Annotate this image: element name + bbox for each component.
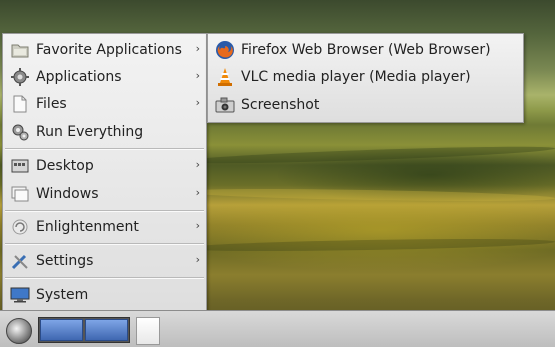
submenu-item-screenshot[interactable]: Screenshot [208, 91, 523, 118]
enlightenment-icon [10, 217, 30, 237]
menu-separator [5, 277, 204, 279]
start-button[interactable] [6, 318, 32, 344]
field-stripe [180, 236, 555, 254]
settings-icon [10, 251, 30, 271]
chevron-right-icon: › [195, 96, 200, 109]
folder-icon [10, 40, 30, 60]
windows-icon [10, 184, 30, 204]
field-stripe [180, 186, 555, 204]
submenu-item-label: VLC media player (Media player) [241, 68, 471, 85]
menu-item-label: Files [36, 95, 67, 112]
menu-item-label: Windows [36, 185, 99, 202]
firefox-icon [215, 40, 235, 60]
menu-item-enlightenment[interactable]: Enlightenment › [3, 213, 206, 240]
menu-separator [5, 148, 204, 150]
chevron-right-icon: › [195, 186, 200, 199]
desktop-icon [10, 156, 30, 176]
menu-item-label: Settings [36, 252, 94, 269]
run-gears-icon [10, 122, 30, 142]
chevron-right-icon: › [195, 158, 200, 171]
chevron-right-icon: › [195, 253, 200, 266]
menu-item-favorite-applications[interactable]: Favorite Applications › [3, 36, 206, 63]
menu-item-windows[interactable]: Windows › [3, 180, 206, 207]
menu-item-label: Desktop [36, 157, 94, 174]
desktop-pager[interactable] [38, 317, 130, 343]
main-menu: Favorite Applications › Applications › F… [2, 33, 207, 312]
menu-item-label: Favorite Applications [36, 41, 182, 58]
gear-icon [10, 67, 30, 87]
chevron-right-icon: › [195, 219, 200, 232]
shelf-panel [0, 310, 555, 347]
menu-item-label: Applications [36, 68, 122, 85]
menu-item-run-everything[interactable]: Run Everything [3, 118, 206, 145]
menu-item-desktop[interactable]: Desktop › [3, 152, 206, 179]
menu-item-applications[interactable]: Applications › [3, 63, 206, 90]
menu-separator [5, 243, 204, 245]
pager-desk-1[interactable] [40, 319, 83, 341]
submenu-item-label: Screenshot [241, 96, 320, 113]
menu-item-files[interactable]: Files › [3, 90, 206, 117]
menu-item-label: System [36, 286, 89, 303]
desktop-background: Favorite Applications › Applications › F… [0, 0, 555, 347]
chevron-right-icon: › [195, 69, 200, 82]
menu-separator [5, 210, 204, 212]
chevron-right-icon: › [195, 42, 200, 55]
pager-desk-2[interactable] [85, 319, 128, 341]
vlc-cone-icon [215, 67, 235, 87]
submenu-item-label: Firefox Web Browser (Web Browser) [241, 41, 491, 58]
submenu-item-firefox[interactable]: Firefox Web Browser (Web Browser) [208, 36, 523, 63]
camera-icon [215, 95, 235, 115]
menu-item-system[interactable]: System [3, 281, 206, 308]
submenu-item-vlc[interactable]: VLC media player (Media player) [208, 63, 523, 90]
menu-item-label: Enlightenment [36, 218, 139, 235]
monitor-icon [10, 285, 30, 305]
menu-item-settings[interactable]: Settings › [3, 247, 206, 274]
field-stripe [180, 143, 555, 167]
iconbox[interactable] [136, 317, 160, 345]
favorite-applications-submenu: Firefox Web Browser (Web Browser) VLC me… [207, 33, 524, 123]
menu-item-label: Run Everything [36, 123, 144, 140]
file-icon [10, 94, 30, 114]
